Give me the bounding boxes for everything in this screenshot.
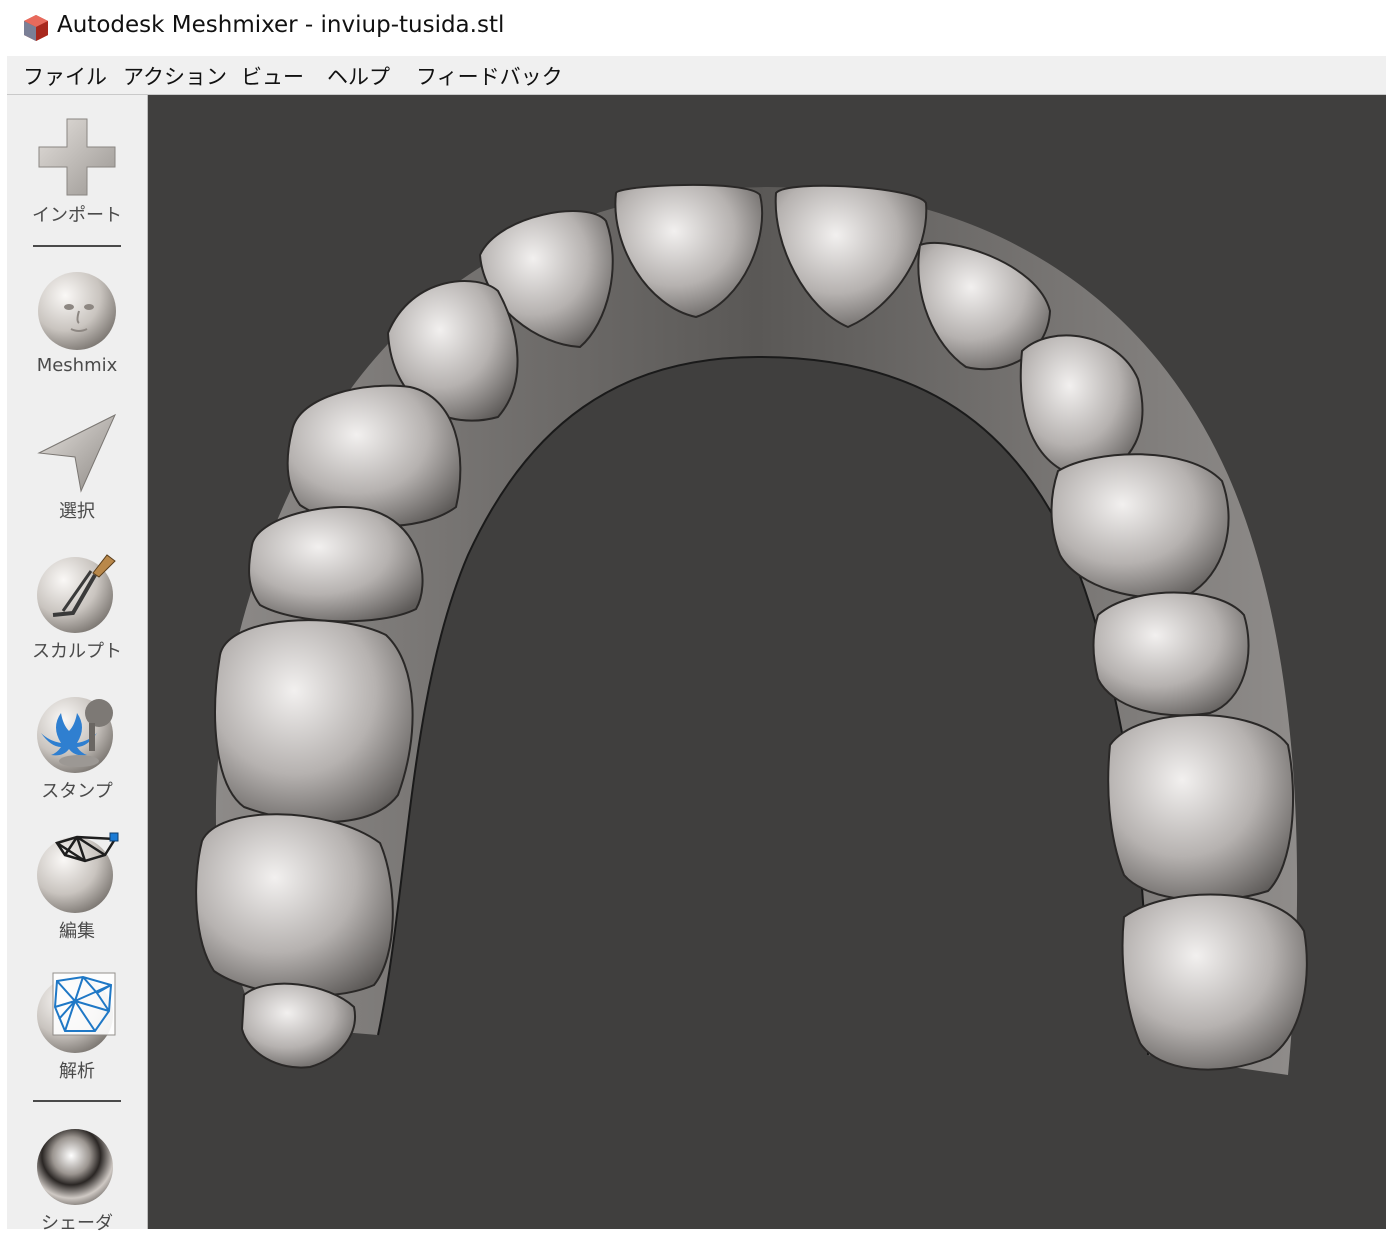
arrow-cursor-icon	[37, 413, 117, 493]
edit-mesh-icon	[37, 832, 119, 913]
tool-label-stamp: スタンプ	[41, 781, 113, 802]
tool-label-shader: シェーダ	[41, 1213, 113, 1234]
menu-help[interactable]: ヘルプ	[327, 61, 390, 91]
tool-label-sculpt: スカルプト	[32, 641, 122, 662]
tool-sidebar: インポート Meshmix 選択 スカルプト スタンプ 編集 解析 シェーダ	[7, 95, 148, 1234]
tool-label-meshmix: Meshmix	[36, 355, 118, 376]
dental-arch-model[interactable]	[148, 95, 1386, 1229]
meshmix-tool-button[interactable]: Meshmix	[7, 269, 147, 376]
toolbar-divider	[33, 245, 121, 247]
tooth	[1121, 893, 1308, 1071]
analysis-mesh-icon	[37, 972, 116, 1053]
3d-viewport[interactable]	[148, 95, 1386, 1229]
sculpt-tool-button[interactable]: スカルプト	[7, 551, 147, 663]
title-bar: Autodesk Meshmixer - inviup-tusida.stl	[7, 0, 1386, 56]
tooth	[1107, 714, 1295, 902]
menu-actions[interactable]: アクション	[123, 61, 227, 91]
tooth	[195, 813, 394, 997]
analysis-tool-button[interactable]: 解析	[7, 971, 147, 1083]
tooth	[240, 982, 356, 1069]
stamp-tool-button[interactable]: スタンプ	[7, 691, 147, 803]
chrome-sphere-icon	[37, 1129, 113, 1205]
meshmixer-cube-icon	[24, 15, 48, 41]
window-title: Autodesk Meshmixer - inviup-tusida.stl	[57, 12, 505, 38]
select-tool-button[interactable]: 選択	[7, 411, 147, 523]
tooth	[286, 384, 462, 528]
menu-view[interactable]: ビュー	[241, 61, 304, 91]
tooth	[248, 505, 424, 623]
plus-icon	[38, 118, 116, 196]
import-tool-button[interactable]: インポート	[7, 115, 147, 227]
tool-label-select: 選択	[59, 501, 95, 522]
tooth	[1092, 591, 1250, 717]
tooth	[214, 619, 414, 823]
face-sphere-icon	[38, 272, 116, 350]
stamp-sphere-icon	[37, 697, 113, 773]
toolbar-divider	[33, 1100, 121, 1102]
menu-bar: ファイル アクション ビュー ヘルプ フィードバック	[7, 56, 1386, 95]
tool-label-import: インポート	[32, 205, 122, 226]
tool-label-edit: 編集	[59, 921, 95, 942]
shader-tool-button[interactable]: シェーダ	[7, 1123, 147, 1235]
edit-tool-button[interactable]: 編集	[7, 831, 147, 943]
tool-label-analysis: 解析	[59, 1061, 95, 1082]
brush-sphere-icon	[37, 554, 116, 633]
menu-file[interactable]: ファイル	[23, 61, 107, 91]
tooth	[1050, 453, 1230, 599]
menu-feedback[interactable]: フィードバック	[416, 61, 563, 91]
